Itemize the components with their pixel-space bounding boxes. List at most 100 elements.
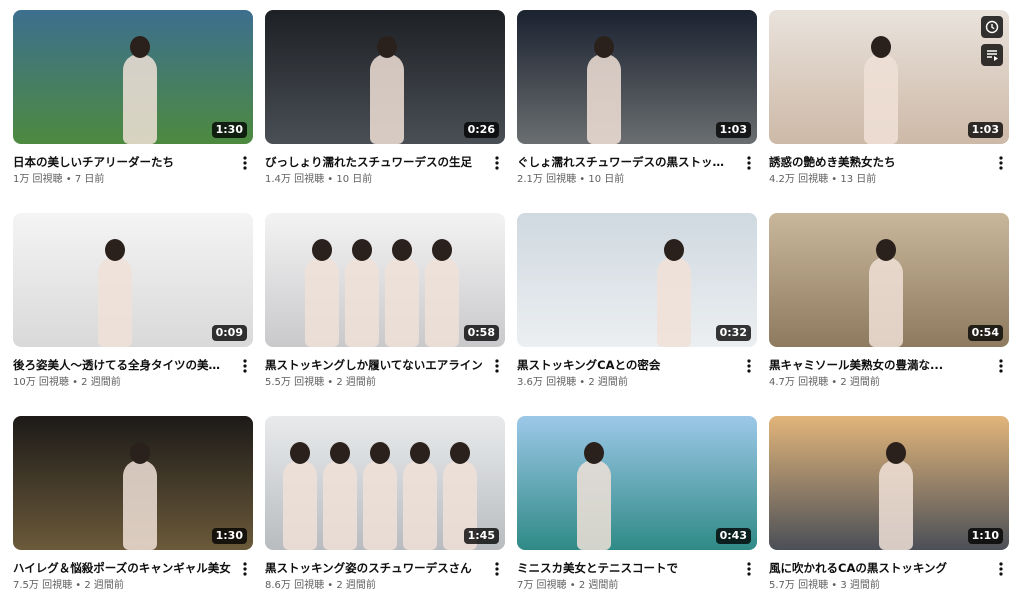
video-meta: 後ろ姿美人～透けてる全身タイツの美女～ 10万 回視聴 • 2 週間前 bbox=[13, 347, 253, 390]
duration-badge: 0:32 bbox=[715, 325, 751, 341]
clock-icon[interactable] bbox=[981, 16, 1003, 38]
separator-dot: • bbox=[68, 377, 82, 388]
separator-dot: • bbox=[828, 580, 841, 591]
more-vert-icon[interactable] bbox=[489, 560, 505, 578]
thumbnail-figure bbox=[657, 239, 691, 347]
more-vert-icon[interactable] bbox=[489, 154, 505, 172]
video-thumbnail[interactable]: 1:30 bbox=[13, 10, 253, 144]
more-vert-icon[interactable] bbox=[741, 357, 757, 375]
view-count: 8.6万 回視聴 bbox=[265, 580, 325, 591]
separator-dot: • bbox=[828, 377, 841, 388]
thumbnail-figure bbox=[305, 239, 339, 347]
upload-age: 10 日前 bbox=[336, 174, 373, 185]
more-vert-icon[interactable] bbox=[993, 357, 1009, 375]
video-card[interactable]: 0:32 黒ストッキングCAとの密会 3.6万 回視聴 • 2 週間前 bbox=[517, 213, 757, 390]
video-thumbnail[interactable]: 1:03 bbox=[769, 10, 1009, 144]
more-vert-icon[interactable] bbox=[741, 560, 757, 578]
thumbnail-figure bbox=[879, 442, 913, 550]
separator-dot: • bbox=[324, 377, 337, 388]
video-card[interactable]: 1:45 黒ストッキング姿のスチュワーデスさん 8.6万 回視聴 • 2 週間前 bbox=[265, 416, 505, 593]
video-thumbnail[interactable]: 1:10 bbox=[769, 416, 1009, 550]
video-meta: 黒ストッキング姿のスチュワーデスさん 8.6万 回視聴 • 2 週間前 bbox=[265, 550, 505, 593]
separator-dot: • bbox=[324, 580, 337, 591]
view-count: 1万 回視聴 bbox=[13, 174, 63, 185]
video-card[interactable]: 0:54 黒キャミソール美熟女の豊満な... 4.7万 回視聴 • 2 週間前 bbox=[769, 213, 1009, 390]
video-title[interactable]: ハイレグ＆悩殺ポーズのキャンギャル美女 bbox=[13, 560, 231, 576]
video-title[interactable]: 黒ストッキングしか履いてないエアライン bbox=[265, 357, 483, 373]
upload-age: 2 週間前 bbox=[336, 377, 376, 388]
video-title[interactable]: 風に吹かれるCAの黒ストッキング bbox=[769, 560, 987, 576]
view-count: 3.6万 回視聴 bbox=[517, 377, 577, 388]
thumbnail-figure bbox=[98, 239, 132, 347]
add-to-queue-icon[interactable] bbox=[981, 44, 1003, 66]
video-card[interactable]: 0:26 びっしょり濡れたスチュワーデスの生足 1.4万 回視聴 • 10 日前 bbox=[265, 10, 505, 187]
video-card[interactable]: 0:09 後ろ姿美人～透けてる全身タイツの美女～ 10万 回視聴 • 2 週間前 bbox=[13, 213, 253, 390]
video-title[interactable]: 後ろ姿美人～透けてる全身タイツの美女～ bbox=[13, 357, 231, 373]
video-meta: ミニスカ美女とテニスコートで 7万 回視聴 • 2 週間前 bbox=[517, 550, 757, 593]
video-card[interactable]: 1:03 ぐしょ濡れスチュワーデスの黒ストッキング 2.1万 回視聴 • 10 日前 bbox=[517, 10, 757, 187]
more-vert-icon[interactable] bbox=[237, 560, 253, 578]
duration-badge: 0:09 bbox=[211, 325, 247, 341]
more-vert-icon[interactable] bbox=[489, 357, 505, 375]
video-meta: びっしょり濡れたスチュワーデスの生足 1.4万 回視聴 • 10 日前 bbox=[265, 144, 505, 187]
video-stats: 7.5万 回視聴 • 2 週間前 bbox=[13, 579, 231, 593]
video-thumbnail[interactable]: 1:45 bbox=[265, 416, 505, 550]
video-thumbnail[interactable]: 0:43 bbox=[517, 416, 757, 550]
duration-badge: 1:03 bbox=[967, 122, 1003, 138]
video-card[interactable]: 0:58 黒ストッキングしか履いてないエアライン 5.5万 回視聴 • 2 週間前 bbox=[265, 213, 505, 390]
video-thumbnail[interactable]: 0:54 bbox=[769, 213, 1009, 347]
duration-badge: 1:03 bbox=[715, 122, 751, 138]
video-thumbnail[interactable]: 1:30 bbox=[13, 416, 253, 550]
video-title[interactable]: 日本の美しいチアリーダーたち bbox=[13, 154, 231, 170]
separator-dot: • bbox=[828, 174, 841, 185]
duration-badge: 1:30 bbox=[211, 122, 247, 138]
view-count: 1.4万 回視聴 bbox=[265, 174, 325, 185]
video-card[interactable]: 1:03 誘惑の艶めき美熟女たち 4.2万 回視聴 • 13 日前 bbox=[769, 10, 1009, 187]
more-vert-icon[interactable] bbox=[237, 154, 253, 172]
upload-age: 2 週間前 bbox=[336, 580, 376, 591]
view-count: 7.5万 回視聴 bbox=[13, 580, 73, 591]
video-title[interactable]: ぐしょ濡れスチュワーデスの黒ストッキング bbox=[517, 154, 735, 170]
video-title[interactable]: ミニスカ美女とテニスコートで bbox=[517, 560, 735, 576]
thumbnail-figure bbox=[864, 36, 898, 144]
video-card[interactable]: 1:30 ハイレグ＆悩殺ポーズのキャンギャル美女 7.5万 回視聴 • 2 週間前 bbox=[13, 416, 253, 593]
video-thumbnail[interactable]: 0:58 bbox=[265, 213, 505, 347]
video-card[interactable]: 0:43 ミニスカ美女とテニスコートで 7万 回視聴 • 2 週間前 bbox=[517, 416, 757, 593]
duration-badge: 1:30 bbox=[211, 528, 247, 544]
more-vert-icon[interactable] bbox=[993, 560, 1009, 578]
separator-dot: • bbox=[576, 377, 589, 388]
view-count: 5.7万 回視聴 bbox=[769, 580, 829, 591]
video-thumbnail[interactable]: 0:32 bbox=[517, 213, 757, 347]
separator-dot: • bbox=[324, 174, 337, 185]
video-meta: ハイレグ＆悩殺ポーズのキャンギャル美女 7.5万 回視聴 • 2 週間前 bbox=[13, 550, 253, 593]
video-title[interactable]: 黒キャミソール美熟女の豊満な... bbox=[769, 357, 987, 373]
video-stats: 4.7万 回視聴 • 2 週間前 bbox=[769, 376, 987, 390]
more-vert-icon[interactable] bbox=[237, 357, 253, 375]
video-title[interactable]: 黒ストッキング姿のスチュワーデスさん bbox=[265, 560, 483, 576]
video-thumbnail[interactable]: 1:03 bbox=[517, 10, 757, 144]
thumbnail-figure bbox=[345, 239, 379, 347]
video-card[interactable]: 1:30 日本の美しいチアリーダーたち 1万 回視聴 • 7 日前 bbox=[13, 10, 253, 187]
video-thumbnail[interactable]: 0:09 bbox=[13, 213, 253, 347]
video-thumbnail[interactable]: 0:26 bbox=[265, 10, 505, 144]
video-stats: 10万 回視聴 • 2 週間前 bbox=[13, 376, 231, 390]
thumbnail-figure bbox=[385, 239, 419, 347]
video-title[interactable]: 黒ストッキングCAとの密会 bbox=[517, 357, 735, 373]
duration-badge: 0:43 bbox=[715, 528, 751, 544]
view-count: 4.2万 回視聴 bbox=[769, 174, 829, 185]
duration-badge: 1:10 bbox=[967, 528, 1003, 544]
thumbnail-figure bbox=[425, 239, 459, 347]
more-vert-icon[interactable] bbox=[741, 154, 757, 172]
upload-age: 3 週間前 bbox=[840, 580, 880, 591]
video-stats: 4.2万 回視聴 • 13 日前 bbox=[769, 173, 987, 187]
video-stats: 1万 回視聴 • 7 日前 bbox=[13, 173, 231, 187]
more-vert-icon[interactable] bbox=[993, 154, 1009, 172]
thumbnail-figure bbox=[283, 442, 317, 550]
separator-dot: • bbox=[72, 580, 85, 591]
video-card[interactable]: 1:10 風に吹かれるCAの黒ストッキング 5.7万 回視聴 • 3 週間前 bbox=[769, 416, 1009, 593]
video-title[interactable]: びっしょり濡れたスチュワーデスの生足 bbox=[265, 154, 483, 170]
video-meta: 黒ストッキングしか履いてないエアライン 5.5万 回視聴 • 2 週間前 bbox=[265, 347, 505, 390]
video-title[interactable]: 誘惑の艶めき美熟女たち bbox=[769, 154, 987, 170]
thumbnail-figure bbox=[403, 442, 437, 550]
video-stats: 1.4万 回視聴 • 10 日前 bbox=[265, 173, 483, 187]
